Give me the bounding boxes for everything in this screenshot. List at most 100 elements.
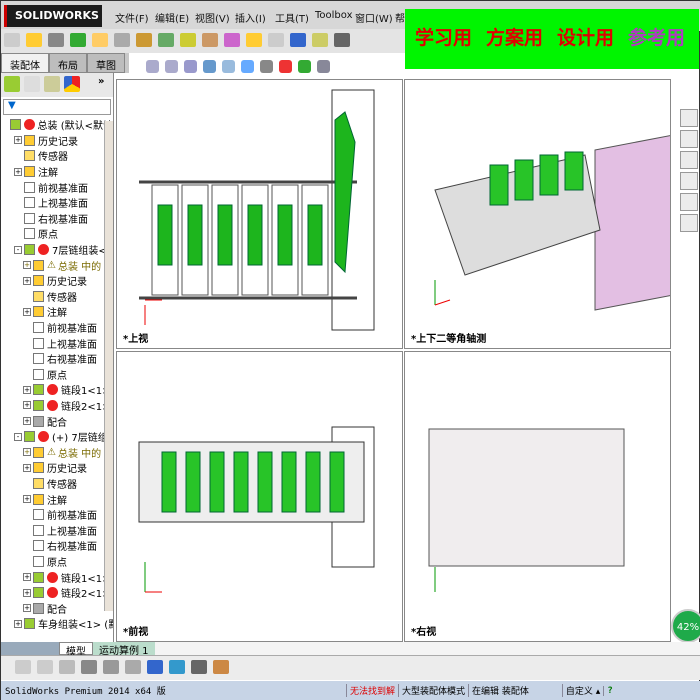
toolbar-button-icon[interactable] bbox=[92, 33, 108, 47]
bottom-tool-icon[interactable] bbox=[147, 660, 163, 674]
tree-item[interactable]: + 注解 bbox=[1, 304, 113, 320]
toolbar-button-icon[interactable] bbox=[202, 33, 218, 47]
expand-icon[interactable]: + bbox=[23, 463, 31, 472]
tree-item[interactable]: -7层链组装<1> bbox=[1, 242, 113, 258]
tree-item[interactable]: + ⚠ 总装 中的 bbox=[1, 444, 113, 460]
panel-tab[interactable]: 装配体 bbox=[1, 53, 49, 73]
toolbar-button-icon[interactable] bbox=[334, 33, 350, 47]
tab-model[interactable]: 模型 bbox=[59, 642, 93, 658]
viewport-isometric[interactable]: *上下二等角轴测 bbox=[404, 79, 671, 349]
tree-item[interactable]: + 历史记录 bbox=[1, 460, 113, 476]
bottom-tool-icon[interactable] bbox=[191, 660, 207, 674]
tree-item[interactable]: + 历史记录 bbox=[1, 133, 113, 149]
custom-properties-icon[interactable] bbox=[680, 214, 698, 232]
file-explorer-icon[interactable] bbox=[680, 151, 698, 169]
menu-item[interactable]: 工具(T) bbox=[275, 10, 309, 25]
viewport-front[interactable]: *前视 bbox=[116, 351, 403, 642]
menu-item[interactable]: 窗口(W) bbox=[355, 10, 393, 25]
view-tool-icon[interactable] bbox=[241, 60, 254, 73]
tree-item[interactable]: 原点 bbox=[1, 226, 113, 242]
tab-scroll-arrows[interactable] bbox=[1, 642, 59, 655]
toolbar-button-icon[interactable] bbox=[312, 33, 328, 47]
bottom-tool-icon[interactable] bbox=[59, 660, 75, 674]
bottom-tool-icon[interactable] bbox=[125, 660, 141, 674]
toolbar-button-icon[interactable] bbox=[290, 33, 306, 47]
tree-item[interactable]: + 链段2<1> bbox=[1, 585, 113, 601]
tree-item[interactable]: + 链段1<1> bbox=[1, 382, 113, 398]
tree-item[interactable]: + 注解 bbox=[1, 164, 113, 180]
toolbar-button-icon[interactable] bbox=[246, 33, 262, 47]
configuration-manager-icon[interactable] bbox=[44, 76, 60, 92]
tree-item[interactable]: + 链段1<1> bbox=[1, 569, 113, 585]
toolbar-button-icon[interactable] bbox=[136, 33, 152, 47]
view-tool-icon[interactable] bbox=[317, 60, 330, 73]
tree-item[interactable]: 上视基准面 bbox=[1, 335, 113, 351]
tree-item[interactable]: 传感器 bbox=[1, 148, 113, 164]
bottom-tool-icon[interactable] bbox=[37, 660, 53, 674]
expand-icon[interactable]: + bbox=[23, 276, 31, 285]
expand-icon[interactable]: + bbox=[23, 573, 31, 582]
tree-item[interactable]: 右视基准面 bbox=[1, 351, 113, 367]
tree-item[interactable]: 右视基准面 bbox=[1, 538, 113, 554]
tree-item[interactable]: 右视基准面 bbox=[1, 211, 113, 227]
filter-icon[interactable]: ▼ bbox=[3, 99, 111, 115]
units-dropdown[interactable]: 自定义 ▴ bbox=[561, 684, 603, 697]
expand-icon[interactable]: + bbox=[14, 136, 22, 145]
tree-item[interactable]: 原点 bbox=[1, 554, 113, 570]
view-tool-icon[interactable] bbox=[146, 60, 159, 73]
menu-item[interactable]: 编辑(E) bbox=[155, 10, 189, 25]
toolbar-button-icon[interactable] bbox=[48, 33, 64, 47]
expand-icon[interactable]: + bbox=[23, 495, 31, 504]
expand-icon[interactable]: + bbox=[23, 417, 31, 426]
tree-item[interactable]: + 历史记录 bbox=[1, 273, 113, 289]
tree-item[interactable]: + 配合 bbox=[1, 600, 113, 616]
tree-item[interactable]: + 链段2<1> bbox=[1, 398, 113, 414]
design-library-icon[interactable] bbox=[680, 130, 698, 148]
toolbar-button-icon[interactable] bbox=[224, 33, 240, 47]
view-tool-icon[interactable] bbox=[298, 60, 311, 73]
view-tool-icon[interactable] bbox=[222, 60, 235, 73]
bottom-tool-icon[interactable] bbox=[213, 660, 229, 674]
expand-icon[interactable]: + bbox=[23, 261, 31, 270]
tree-item[interactable]: 传感器 bbox=[1, 476, 113, 492]
menu-item[interactable]: 文件(F) bbox=[115, 10, 149, 25]
menu-item[interactable]: 插入(I) bbox=[235, 10, 266, 25]
expand-icon[interactable]: + bbox=[23, 604, 31, 613]
menu-item[interactable]: 视图(V) bbox=[195, 10, 230, 25]
view-tool-icon[interactable] bbox=[260, 60, 273, 73]
toolbar-button-icon[interactable] bbox=[268, 33, 284, 47]
toolbar-button-icon[interactable] bbox=[26, 33, 42, 47]
collapse-icon[interactable]: - bbox=[14, 432, 22, 441]
tree-item[interactable]: 总装 (默认<默认 bbox=[1, 117, 113, 133]
toolbar-button-icon[interactable] bbox=[70, 33, 86, 47]
view-tool-icon[interactable] bbox=[203, 60, 216, 73]
tree-item[interactable]: 原点 bbox=[1, 367, 113, 383]
tree-item[interactable]: + 配合 bbox=[1, 413, 113, 429]
expand-icon[interactable]: + bbox=[14, 619, 22, 628]
bottom-tool-icon[interactable] bbox=[169, 660, 185, 674]
view-palette-icon[interactable] bbox=[680, 172, 698, 190]
tree-item[interactable]: 前视基准面 bbox=[1, 507, 113, 523]
toolbar-button-icon[interactable] bbox=[4, 33, 20, 47]
tree-scrollbar[interactable] bbox=[104, 121, 113, 611]
view-tool-icon[interactable] bbox=[165, 60, 178, 73]
expand-icon[interactable]: + bbox=[23, 588, 31, 597]
toolbar-button-icon[interactable] bbox=[180, 33, 196, 47]
bottom-tool-icon[interactable] bbox=[15, 660, 31, 674]
expand-icon[interactable]: + bbox=[14, 167, 22, 176]
tab-motion-study[interactable]: 运动算例 1 bbox=[93, 642, 155, 657]
home-icon[interactable] bbox=[680, 109, 698, 127]
tree-item[interactable]: 上视基准面 bbox=[1, 522, 113, 538]
expand-icon[interactable]: + bbox=[23, 385, 31, 394]
bottom-tool-icon[interactable] bbox=[81, 660, 97, 674]
tree-item[interactable]: 传感器 bbox=[1, 289, 113, 305]
tree-item[interactable]: + 车身组装<1> (默 bbox=[1, 616, 113, 632]
viewport-right[interactable]: *右视 bbox=[404, 351, 671, 642]
view-tool-icon[interactable] bbox=[279, 60, 292, 73]
bottom-tool-icon[interactable] bbox=[103, 660, 119, 674]
expand-icon[interactable]: » bbox=[98, 76, 104, 94]
expand-icon[interactable]: + bbox=[23, 307, 31, 316]
toolbar-button-icon[interactable] bbox=[158, 33, 174, 47]
tree-item[interactable]: + 注解 bbox=[1, 491, 113, 507]
tree-item[interactable]: 前视基准面 bbox=[1, 320, 113, 336]
